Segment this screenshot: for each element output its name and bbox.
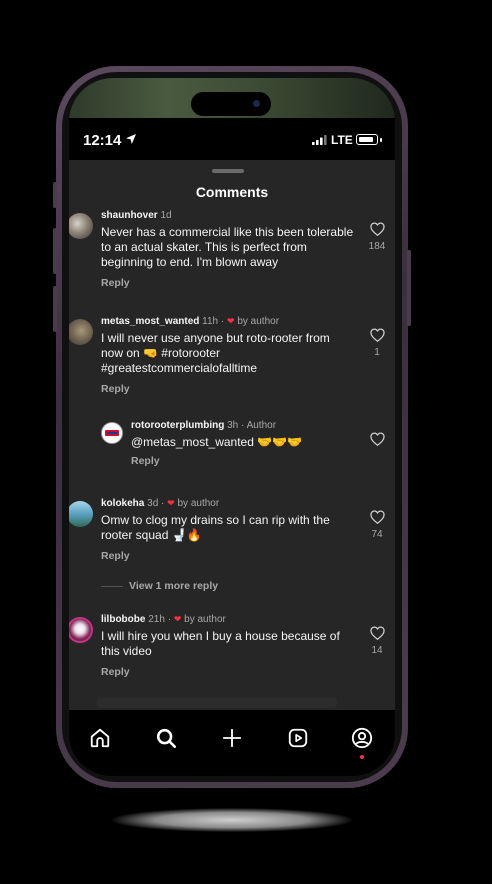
sheet-grabber[interactable] xyxy=(212,169,244,173)
comment-body: metas_most_wanted 11h · ❤ by author I wi… xyxy=(101,316,355,395)
mute-switch xyxy=(53,182,57,208)
avatar[interactable] xyxy=(69,319,93,345)
camera-lens xyxy=(253,100,260,107)
author-badge: Author xyxy=(246,420,277,431)
view-more-label: View 1 more reply xyxy=(129,580,219,592)
author-badge: by author xyxy=(237,316,280,327)
location-arrow-icon xyxy=(126,134,136,144)
reply-button[interactable]: Reply xyxy=(131,455,355,467)
like-count: 14 xyxy=(371,645,383,656)
brand-avatar[interactable] xyxy=(101,422,123,444)
heart-outline-icon xyxy=(369,222,385,236)
bottom-tab-bar xyxy=(69,710,395,776)
comment-text: @metas_most_wanted 🤝🤝🤝 xyxy=(131,435,303,449)
comment-body: shaunhover 1d Never has a commercial lik… xyxy=(101,210,355,289)
author-liked-heart-icon: ❤ xyxy=(173,614,182,624)
comment-age: 11h xyxy=(202,316,219,327)
avatar[interactable] xyxy=(69,501,93,527)
tab-create[interactable] xyxy=(218,724,246,752)
battery-icon xyxy=(356,134,378,145)
comment-username[interactable]: metas_most_wanted xyxy=(101,316,199,327)
like-button[interactable]: 1 xyxy=(365,328,389,358)
home-icon xyxy=(90,728,110,748)
heart-outline-icon xyxy=(369,510,385,524)
comment-meta: lilbobobe 21h · ❤ by author xyxy=(101,614,226,625)
profile-icon xyxy=(351,727,373,749)
like-count: 184 xyxy=(368,241,386,252)
author-badge: by author xyxy=(184,614,226,625)
reply-button[interactable]: Reply xyxy=(101,550,355,562)
heart-outline-icon xyxy=(369,328,385,342)
battery-tip xyxy=(380,138,382,142)
comment-text: I will hire you when I buy a house becau… xyxy=(101,629,340,658)
cellular-signal-icon xyxy=(312,135,327,145)
status-bar: 12:14 LTE xyxy=(69,118,395,160)
author-liked-heart-icon: ❤ xyxy=(167,498,175,508)
avatar[interactable] xyxy=(69,617,93,643)
comment-body: kolokeha 3d · ❤ by author Omw to clog my… xyxy=(101,498,355,562)
power-button xyxy=(407,250,411,326)
comment-age: 21h xyxy=(148,614,165,625)
thread-line xyxy=(101,585,123,587)
comment-username[interactable]: kolokeha xyxy=(101,498,144,509)
network-type: LTE xyxy=(331,133,353,147)
comment-username[interactable]: lilbobobe xyxy=(101,614,145,625)
comment-text: I will never use anyone but roto-rooter … xyxy=(101,331,330,375)
author-badge: by author xyxy=(177,498,220,509)
sheet-title: Comments xyxy=(195,184,269,200)
comment-username[interactable]: rotorooterplumbing xyxy=(131,420,224,431)
like-count: 1 xyxy=(374,347,380,358)
status-time: 12:14 xyxy=(83,132,122,149)
heart-outline-icon xyxy=(369,432,385,446)
comment-age: 3d xyxy=(147,498,159,509)
like-count: 74 xyxy=(371,529,383,540)
tab-search[interactable] xyxy=(152,724,180,752)
avatar[interactable] xyxy=(69,213,93,239)
comment-text: Never has a commercial like this been to… xyxy=(101,225,354,269)
volume-up-button xyxy=(53,228,57,274)
create-icon xyxy=(222,728,242,748)
like-button[interactable]: 14 xyxy=(365,626,389,656)
like-button[interactable]: 74 xyxy=(365,510,389,540)
like-button[interactable] xyxy=(365,432,389,446)
phone-shadow xyxy=(112,808,352,832)
next-comment-peek xyxy=(97,698,337,708)
roto-rooter-logo-icon xyxy=(105,430,119,436)
comment-text: Omw to clog my drains so I can rip with … xyxy=(101,513,330,542)
heart-outline-icon xyxy=(369,626,385,640)
tab-home[interactable] xyxy=(86,724,114,752)
view-more-replies[interactable]: View 1 more reply xyxy=(101,580,218,592)
comment-meta: shaunhover 1d xyxy=(101,210,355,221)
comment-meta: kolokeha 3d · ❤ by author xyxy=(101,498,220,509)
screen: 12:14 LTE Comments shaunhover 1d Never h… xyxy=(69,118,395,776)
comment-username[interactable]: shaunhover xyxy=(101,210,158,221)
like-button[interactable]: 184 xyxy=(365,222,389,252)
notification-dot xyxy=(360,755,364,759)
comment-body: lilbobobe 21h · ❤ by author I will hire … xyxy=(101,614,355,678)
tab-reels[interactable] xyxy=(284,724,312,752)
author-liked-heart-icon: ❤ xyxy=(227,316,235,326)
comment-meta: metas_most_wanted 11h · ❤ by author xyxy=(101,316,280,327)
comment-meta: rotorooterplumbing 3h · Author xyxy=(131,420,277,431)
tab-profile[interactable] xyxy=(348,724,376,752)
comment-age: 3h xyxy=(227,420,239,431)
comment-body: rotorooterplumbing 3h · Author @metas_mo… xyxy=(131,420,355,467)
comment-age: 1d xyxy=(160,210,172,221)
reply-button[interactable]: Reply xyxy=(101,383,355,395)
reply-button[interactable]: Reply xyxy=(101,277,355,289)
volume-down-button xyxy=(53,286,57,332)
comments-sheet: Comments shaunhover 1d Never has a comme… xyxy=(69,160,395,710)
search-icon xyxy=(156,728,176,748)
reply-button[interactable]: Reply xyxy=(101,666,355,678)
reels-icon xyxy=(288,728,308,748)
